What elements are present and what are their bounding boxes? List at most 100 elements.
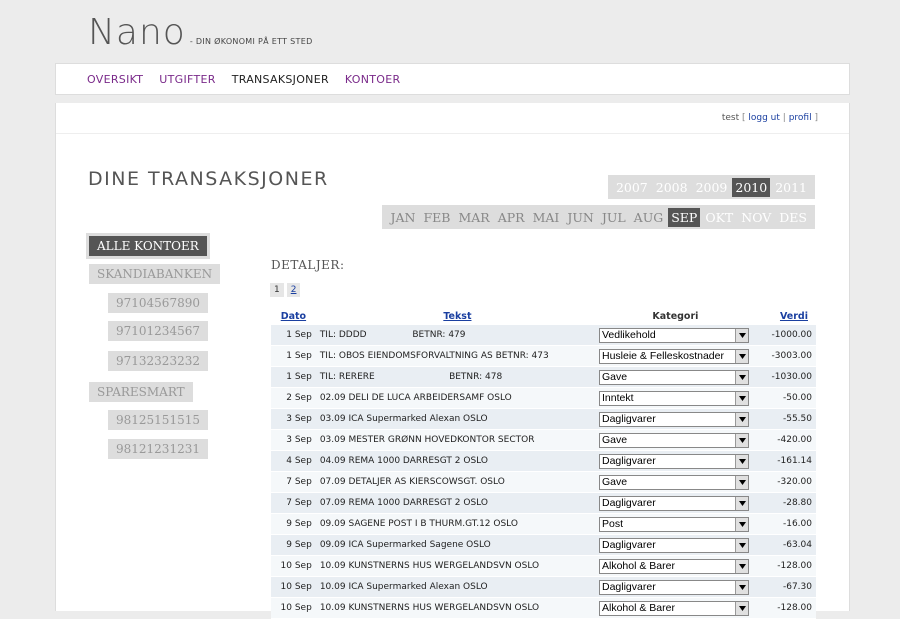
tx-value: -28.80 xyxy=(751,492,816,514)
category-select[interactable]: Inntekt xyxy=(599,390,749,406)
category-value: Dagligvarer xyxy=(602,455,656,467)
month-jun[interactable]: JUN xyxy=(564,208,596,227)
category-select[interactable]: Post xyxy=(599,516,749,532)
month-okt[interactable]: OKT xyxy=(702,208,736,227)
chevron-down-icon xyxy=(735,601,748,615)
tx-text: 09.09 SAGENE POST I B THURM.GT.12 OSLO xyxy=(315,513,599,535)
category-select[interactable]: Husleie & Felleskostnader xyxy=(599,348,749,364)
nav-accounts[interactable]: KONTOER xyxy=(345,73,401,86)
year-2010[interactable]: 2010 xyxy=(732,177,771,197)
account-number[interactable]: 97132323232 xyxy=(108,351,208,371)
tx-value: -3003.00 xyxy=(751,345,816,367)
account-number[interactable]: 97101234567 xyxy=(108,321,208,341)
col-value[interactable]: Verdi xyxy=(752,307,816,325)
category-select[interactable]: Dagligvarer xyxy=(599,579,749,595)
month-jan[interactable]: JAN xyxy=(387,208,418,227)
nav-expenses[interactable]: UTGIFTER xyxy=(159,73,215,86)
bank-skandiabanken[interactable]: SKANDIABANKEN xyxy=(89,264,221,284)
page-title: DINE TRANSAKSJONER xyxy=(88,167,329,190)
chevron-down-icon xyxy=(735,559,748,573)
category-select[interactable]: Gave xyxy=(599,474,749,490)
tx-category-cell: Alkohol & Barer xyxy=(599,555,752,577)
table-row: 3 Sep 03.09 MESTER GRØNN HOVEDKONTOR SECT… xyxy=(271,429,816,451)
month-aug[interactable]: AUG xyxy=(631,208,667,227)
user-bar: test [ logg ut | profil ] xyxy=(721,113,818,123)
tx-category-cell: Alkohol & Barer xyxy=(599,597,752,619)
category-select[interactable]: Dagligvarer xyxy=(599,495,749,511)
category-select[interactable]: Dagligvarer xyxy=(599,537,749,553)
tx-text: TIL: OBOS EIENDOMSFORVALTNING AS BETNR: … xyxy=(315,345,599,367)
category-value: Gave xyxy=(602,434,628,446)
month-nov[interactable]: NOV xyxy=(738,208,774,227)
month-des[interactable]: DES xyxy=(776,208,810,227)
category-select[interactable]: Alkohol & Barer xyxy=(599,558,749,574)
tx-category-cell: Gave xyxy=(599,429,752,451)
chevron-down-icon xyxy=(735,454,748,468)
tx-date: 1 Sep xyxy=(271,366,316,388)
tx-date: 1 Sep xyxy=(271,345,316,367)
year-2011[interactable]: 2011 xyxy=(772,178,810,197)
month-apr[interactable]: APR xyxy=(495,208,528,227)
chevron-down-icon xyxy=(735,538,748,552)
page-2[interactable]: 2 xyxy=(286,283,301,297)
tx-value: -420.00 xyxy=(751,429,816,451)
chevron-down-icon xyxy=(735,475,748,489)
category-select[interactable]: Dagligvarer xyxy=(599,411,749,427)
month-mai[interactable]: MAI xyxy=(530,208,563,227)
category-value: Dagligvarer xyxy=(602,539,656,551)
category-select[interactable]: Gave xyxy=(599,369,749,385)
chevron-down-icon xyxy=(735,517,748,531)
month-sep[interactable]: SEP xyxy=(668,207,701,227)
col-date[interactable]: Dato xyxy=(271,307,316,325)
tx-value: -67.30 xyxy=(751,576,816,598)
logout-link[interactable]: logg ut xyxy=(748,113,780,123)
category-select[interactable]: Gave xyxy=(599,432,749,448)
tx-category-cell: Dagligvarer xyxy=(599,534,752,556)
tx-text: 10.09 ICA Supermarked Alexan OSLO xyxy=(315,576,599,598)
table-row: 3 Sep 03.09 ICA Supermarked Alexan OSLO Da… xyxy=(271,408,816,430)
account-number[interactable]: 97104567890 xyxy=(108,293,208,313)
tx-text: TIL: DDDD BETNR: 479 xyxy=(315,325,599,346)
bank-sparesmart[interactable]: SPARESMART xyxy=(89,382,193,402)
category-select[interactable]: Vedlikehold xyxy=(599,327,749,343)
tx-date: 10 Sep xyxy=(271,555,316,577)
tx-text: 10.09 KUNSTNERNS HUS WERGELANDSVN OSLO xyxy=(315,597,599,619)
category-value: Post xyxy=(602,518,624,530)
category-value: Inntekt xyxy=(602,392,634,404)
month-mar[interactable]: MAR xyxy=(455,208,492,227)
chevron-down-icon xyxy=(735,496,748,510)
logo-title: Nano xyxy=(88,12,186,53)
tx-date: 1 Sep xyxy=(271,325,316,346)
profile-link[interactable]: profil xyxy=(789,113,812,123)
account-number[interactable]: 98125151515 xyxy=(108,410,208,430)
username: test xyxy=(721,113,740,123)
month-selector: JAN FEB MAR APR MAI JUN JUL AUG SEP OKT NOV DES xyxy=(382,205,815,229)
tx-date: 3 Sep xyxy=(271,408,316,430)
pagination: 1 2 xyxy=(270,283,303,297)
chevron-down-icon xyxy=(735,412,748,426)
nav-overview[interactable]: OVERSIKT xyxy=(87,73,143,86)
chevron-down-icon xyxy=(735,349,748,363)
category-select[interactable]: Dagligvarer xyxy=(599,453,749,469)
account-number[interactable]: 98121231231 xyxy=(108,439,208,459)
tx-category-cell: Post xyxy=(599,513,752,535)
tx-category-cell: Dagligvarer xyxy=(599,576,752,598)
year-2009[interactable]: 2009 xyxy=(693,178,731,197)
category-value: Gave xyxy=(602,476,628,488)
nav-transactions[interactable]: TRANSAKSJONER xyxy=(232,73,329,86)
month-feb[interactable]: FEB xyxy=(420,208,453,227)
page-1[interactable]: 1 xyxy=(270,283,284,297)
category-select[interactable]: Alkohol & Barer xyxy=(599,600,749,616)
details-heading: DETALJER: xyxy=(271,258,345,272)
table-row: 2 Sep 02.09 DELI DE LUCA ARBEIDERSAMF OSL… xyxy=(271,387,816,409)
month-jul[interactable]: JUL xyxy=(599,208,629,227)
year-2008[interactable]: 2008 xyxy=(653,178,691,197)
table-row: 10 Sep 10.09 ICA Supermarked Alexan OSLO D… xyxy=(271,576,816,598)
col-text[interactable]: Tekst xyxy=(316,307,599,325)
account-all[interactable]: ALLE KONTOER xyxy=(86,233,210,259)
category-value: Gave xyxy=(602,371,628,383)
tx-category-cell: Dagligvarer xyxy=(599,492,752,514)
year-2007[interactable]: 2007 xyxy=(613,178,651,197)
tx-date: 7 Sep xyxy=(271,492,316,514)
chevron-down-icon xyxy=(735,370,748,384)
